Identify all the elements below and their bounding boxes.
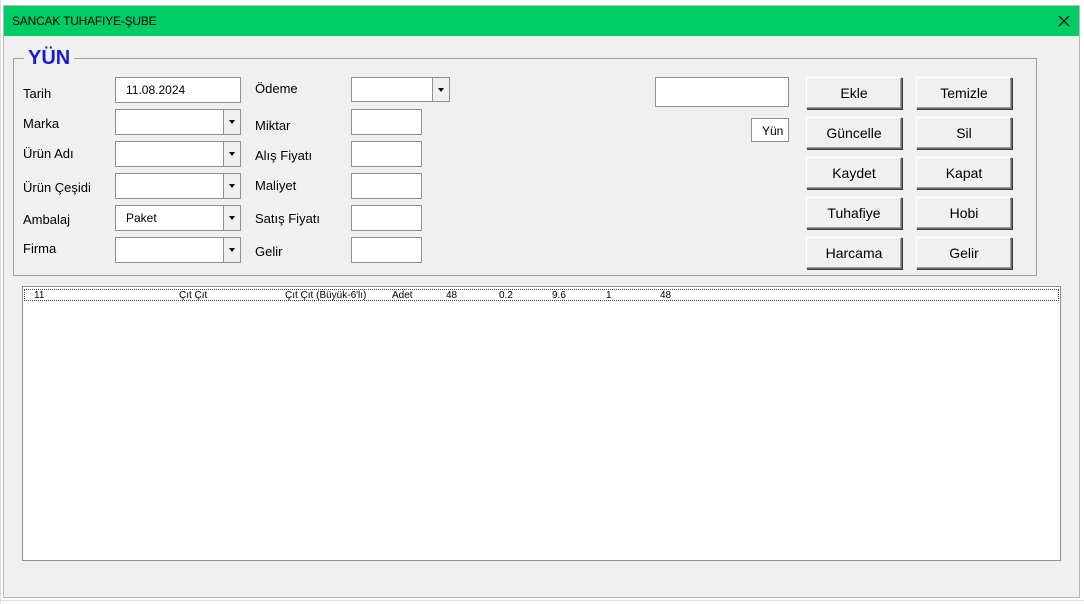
ambalaj-combo[interactable]: Paket xyxy=(115,205,241,231)
tarih-label: Tarih xyxy=(23,86,52,101)
gelir-field[interactable] xyxy=(351,237,422,263)
urun-adi-combo[interactable] xyxy=(115,141,241,167)
frame-caption: YÜN xyxy=(24,47,75,70)
list-cell-ambalaj: Adet xyxy=(392,290,413,301)
category-badge-text: Yün xyxy=(762,124,784,138)
close-icon xyxy=(1058,15,1070,27)
marka-combo[interactable] xyxy=(115,109,241,135)
hobi-button[interactable]: Hobi xyxy=(916,197,1012,229)
harcama-button[interactable]: Harcama xyxy=(806,237,902,269)
urun-adi-label: Ürün Adı xyxy=(23,146,74,161)
list-cell-miktar: 48 xyxy=(446,290,458,301)
chevron-down-icon xyxy=(229,216,235,220)
firma-combo[interactable] xyxy=(115,237,241,263)
miktar-label: Miktar xyxy=(255,118,291,133)
close-button[interactable] xyxy=(1049,6,1079,36)
list-cell-maliyet: 9.6 xyxy=(552,290,566,301)
chevron-down-icon xyxy=(438,87,444,92)
list-cell-alis-fiyati: 0.2 xyxy=(499,290,513,301)
category-badge: Yün xyxy=(751,118,789,142)
alis-fiyati-field[interactable] xyxy=(351,141,422,167)
urun-cesidi-label: Ürün Çeşidi xyxy=(23,180,91,195)
title-bar[interactable]: SANCAK TUHAFIYE-ŞUBE xyxy=(4,6,1079,36)
urun-cesidi-combo[interactable] xyxy=(115,173,241,199)
urun-adi-dropdown-button[interactable] xyxy=(223,142,240,166)
miktar-field[interactable] xyxy=(351,109,422,135)
firma-dropdown-button[interactable] xyxy=(223,238,240,262)
list-cell-marka: Çıt Çıt xyxy=(179,290,208,301)
maliyet-field[interactable] xyxy=(351,173,422,199)
records-listbox[interactable]: 11 Çıt Çıt Çıt Çıt (Büyük-6'lı) Adet 48 … xyxy=(22,286,1061,561)
grid-line xyxy=(0,600,1084,601)
gelir-button[interactable]: Gelir xyxy=(916,237,1012,269)
odeme-combo[interactable] xyxy=(351,77,450,102)
firma-label: Firma xyxy=(23,241,57,256)
list-item[interactable]: 11 Çıt Çıt Çıt Çıt (Büyük-6'lı) Adet 48 … xyxy=(24,289,1059,301)
ekle-button[interactable]: Ekle xyxy=(806,77,902,109)
urun-cesidi-dropdown-button[interactable] xyxy=(223,174,240,198)
marka-label: Marka xyxy=(23,116,60,131)
list-cell-urun: Çıt Çıt (Büyük-6'lı) xyxy=(285,290,367,301)
ambalaj-label: Ambalaj xyxy=(23,212,70,227)
guncelle-button[interactable]: Güncelle xyxy=(806,117,902,149)
odeme-dropdown-button[interactable] xyxy=(432,78,449,101)
odeme-label: Ödeme xyxy=(255,81,298,96)
tarih-field[interactable]: 11.08.2024 xyxy=(115,77,241,103)
search-input[interactable] xyxy=(655,77,789,107)
chevron-down-icon xyxy=(229,152,235,156)
userform-window: SANCAK TUHAFIYE-ŞUBE YÜN Tarih Marka Ürü… xyxy=(3,5,1080,598)
maliyet-label: Maliyet xyxy=(255,178,297,193)
grid-line xyxy=(0,0,1,604)
chevron-down-icon xyxy=(229,184,235,188)
chevron-down-icon xyxy=(229,248,235,252)
chevron-down-icon xyxy=(229,120,235,124)
ambalaj-value: Paket xyxy=(126,211,157,225)
satis-fiyati-label: Satış Fiyatı xyxy=(255,211,321,226)
window-title: SANCAK TUHAFIYE-ŞUBE xyxy=(12,14,157,28)
gelir-label: Gelir xyxy=(255,244,283,259)
satis-fiyati-field[interactable] xyxy=(351,205,422,231)
tuhafiye-button[interactable]: Tuhafiye xyxy=(806,197,902,229)
marka-dropdown-button[interactable] xyxy=(223,110,240,134)
ambalaj-dropdown-button[interactable] xyxy=(223,206,240,230)
alis-fiyati-label: Alış Fiyatı xyxy=(255,148,313,163)
temizle-button[interactable]: Temizle xyxy=(916,77,1012,109)
tarih-value: 11.08.2024 xyxy=(126,83,186,97)
kaydet-button[interactable]: Kaydet xyxy=(806,157,902,189)
list-cell-satis-fiyati: 1 xyxy=(606,290,612,301)
list-cell-gelir: 48 xyxy=(660,290,672,301)
list-cell-id: 11 xyxy=(34,290,45,301)
sil-button[interactable]: Sil xyxy=(916,117,1012,149)
kapat-button[interactable]: Kapat xyxy=(916,157,1012,189)
